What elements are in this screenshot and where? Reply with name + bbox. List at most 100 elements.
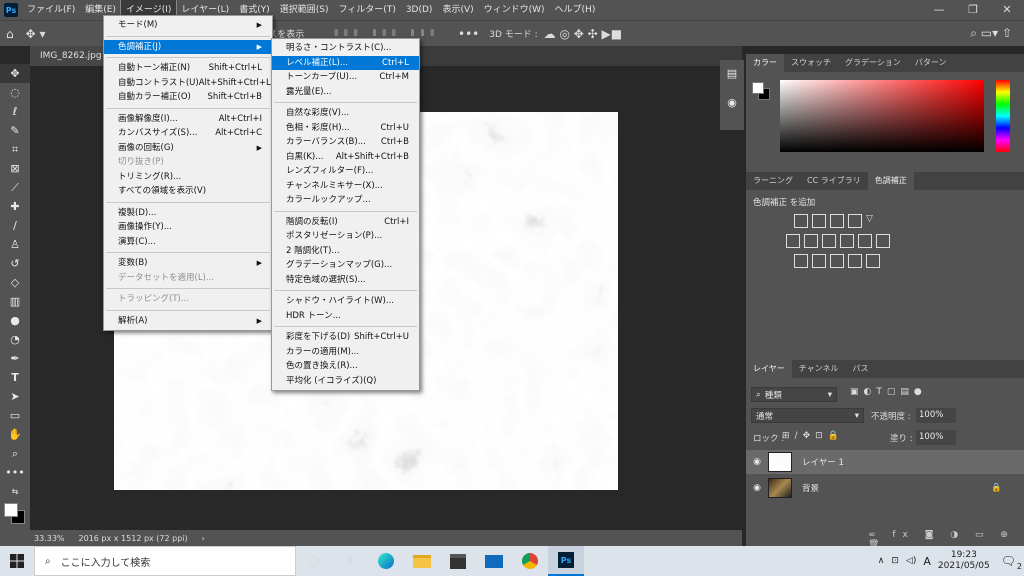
adjust_menu-item[interactable]: 色の置き換え(R)... [272, 359, 419, 374]
image_menu-item[interactable]: 色調補正(J) ▶ [104, 39, 272, 54]
rectangle-tool-icon[interactable]: ▭ [0, 406, 30, 425]
image_menu-item[interactable]: すべての領域を表示(V) [104, 184, 272, 199]
adjust_menu-item[interactable]: シャドウ・ハイライト(W)... [272, 294, 419, 309]
image_menu-item[interactable]: 画像解像度(I)... Alt+Ctrl+I [104, 112, 272, 127]
minimize-button[interactable]: — [922, 0, 956, 20]
volume-icon[interactable]: ◁) [906, 556, 916, 566]
eyedropper-icon[interactable]: ⟋ [0, 178, 30, 197]
adjust_menu-item[interactable]: HDR トーン... [272, 309, 419, 324]
cortana-icon[interactable]: ○ [296, 546, 332, 576]
menu-0[interactable]: ファイル(F) [22, 0, 80, 20]
image_menu-item[interactable]: 画像操作(Y)... [104, 220, 272, 235]
brightness-icon[interactable] [794, 214, 808, 228]
3d-orbit-icon[interactable]: ☁ ◎ ✥ ✣ ▶■ [538, 27, 628, 41]
blend-mode-select[interactable]: 通常 ▾ [751, 408, 864, 423]
brush-tool-icon[interactable]: ∕ [0, 216, 30, 235]
selective-color-icon[interactable] [848, 254, 862, 268]
zoom-tool-icon[interactable]: ⌕ [0, 444, 30, 463]
store-icon[interactable] [440, 546, 476, 576]
taskbar-search[interactable]: ⌕ ここに入力して検索 [34, 546, 296, 576]
move-tool-icon[interactable]: ✥ ▾ [20, 27, 52, 41]
adjust_menu-item[interactable]: カラーの適用(M)... [272, 345, 419, 360]
gradient-map-icon[interactable] [866, 254, 880, 268]
image_menu-item[interactable]: カンバスサイズ(S)... Alt+Ctrl+C [104, 126, 272, 141]
adjust_menu-item[interactable]: 色相・彩度(H)... Ctrl+U [272, 121, 419, 136]
color-fg-swatch[interactable] [752, 82, 764, 94]
eraser-tool-icon[interactable]: ◇ [0, 273, 30, 292]
adjust_menu-item[interactable]: グラデーションマップ(G)... [272, 258, 419, 273]
tab-gradients[interactable]: グラデーション [838, 54, 908, 72]
frame-tool-icon[interactable]: ⊠ [0, 159, 30, 178]
menu-6[interactable]: フィルター(T) [333, 0, 400, 20]
status-arrow[interactable]: › [202, 534, 205, 543]
opacity-input[interactable]: 100% [916, 408, 956, 423]
layer-filter-icons[interactable]: ▣◐T▢▤● [850, 387, 927, 397]
menu-9[interactable]: ウィンドウ(W) [479, 0, 550, 20]
chrome-icon[interactable] [512, 546, 548, 576]
curves-icon[interactable] [830, 214, 844, 228]
tab-color[interactable]: カラー [746, 54, 784, 72]
zoom-level[interactable]: 33.33% [34, 534, 65, 543]
image_menu-item[interactable]: モード(M) ▶ [104, 18, 272, 33]
stamp-tool-icon[interactable]: ♙ [0, 235, 30, 254]
more-icon[interactable]: ••• [452, 27, 485, 41]
menu-8[interactable]: 表示(V) [437, 0, 478, 20]
tab-cc-libraries[interactable]: CC ライブラリ [800, 172, 868, 190]
hand-tool-icon[interactable]: ✋ [0, 425, 30, 444]
home-icon[interactable]: ⌂ [0, 27, 20, 41]
tab-paths[interactable]: パス [846, 360, 876, 378]
adjust_menu-item[interactable]: 階調の反転(I) Ctrl+I [272, 215, 419, 230]
ime-mode[interactable]: A [923, 555, 931, 568]
clock[interactable]: 19:23 2021/05/05 [938, 550, 990, 572]
adjust_menu-item[interactable]: チャンネルミキサー(X)... [272, 179, 419, 194]
posterize-icon[interactable] [812, 254, 826, 268]
layer-row-1[interactable]: ◉ レイヤー 1 [746, 450, 1024, 474]
balance-icon[interactable] [804, 234, 818, 248]
invert-icon[interactable] [794, 254, 808, 268]
tab-adjustments[interactable]: 色調補正 [867, 172, 914, 190]
image_menu-item[interactable]: 自動トーン補正(N) Shift+Ctrl+L [104, 61, 272, 76]
adjust_menu-item[interactable]: 彩度を下げる(D) Shift+Ctrl+U [272, 330, 419, 345]
threshold-icon[interactable] [830, 254, 844, 268]
image_menu-item[interactable]: 自動コントラスト(U) Alt+Shift+Ctrl+L [104, 76, 272, 91]
adjust_menu-item[interactable]: カラールックアップ... [272, 193, 419, 208]
bw-icon[interactable] [822, 234, 836, 248]
image_menu-item[interactable]: 演算(C)... [104, 235, 272, 250]
edge-icon[interactable] [368, 546, 404, 576]
align-icons[interactable]: ⫴⫴⫴ ⫴⫴⫴ ⫴⫴⫴ [334, 29, 440, 39]
adjust_menu-item[interactable]: 露光量(E)... [272, 85, 419, 100]
fill-input[interactable]: 100% [916, 430, 956, 445]
adjust_menu-item[interactable]: 白黒(K)... Alt+Shift+Ctrl+B [272, 150, 419, 165]
adjust_menu-item[interactable]: 明るさ・コントラスト(C)... [272, 41, 419, 56]
notification-icon[interactable]: 🗨 2 [1001, 554, 1022, 571]
network-icon[interactable]: ⊡ [891, 556, 899, 566]
adjust_menu-item[interactable]: 特定色域の選択(S)... [272, 273, 419, 288]
tab-layers[interactable]: レイヤー [746, 360, 792, 378]
adjust_menu-item[interactable]: トーンカーブ(U)... Ctrl+M [272, 70, 419, 85]
gradient-tool-icon[interactable]: ▥ [0, 292, 30, 311]
close-button[interactable]: ✕ [990, 0, 1024, 20]
move-tool-icon[interactable]: ✥ [0, 64, 30, 83]
foreground-color[interactable] [4, 503, 18, 517]
pen-tool-icon[interactable]: ✒ [0, 349, 30, 368]
lasso-tool-icon[interactable]: ℓ [0, 102, 30, 121]
swap-colors-icon[interactable]: ⇆ [0, 482, 30, 501]
path-select-icon[interactable]: ➤ [0, 387, 30, 406]
levels-icon[interactable] [812, 214, 826, 228]
tab-patterns[interactable]: パターン [908, 54, 954, 72]
menu-10[interactable]: ヘルプ(H) [550, 0, 601, 20]
adjust_menu-item[interactable]: 自然な彩度(V)... [272, 106, 419, 121]
history-brush-icon[interactable]: ↺ [0, 254, 30, 273]
adjust_menu-item[interactable]: レンズフィルター(F)... [272, 164, 419, 179]
mail-icon[interactable] [476, 546, 512, 576]
history-icon[interactable]: ▤ [720, 64, 744, 83]
exposure-icon[interactable] [848, 214, 862, 228]
dodge-tool-icon[interactable]: ◔ [0, 330, 30, 349]
image_menu-item[interactable]: トリミング(R)... [104, 170, 272, 185]
hue-slider[interactable] [996, 80, 1010, 152]
windows-start-icon[interactable] [0, 546, 34, 576]
lookup-icon[interactable] [876, 234, 890, 248]
explorer-icon[interactable] [404, 546, 440, 576]
image_menu-item[interactable]: 解析(A) ▶ [104, 314, 272, 329]
color-field[interactable] [780, 80, 984, 152]
